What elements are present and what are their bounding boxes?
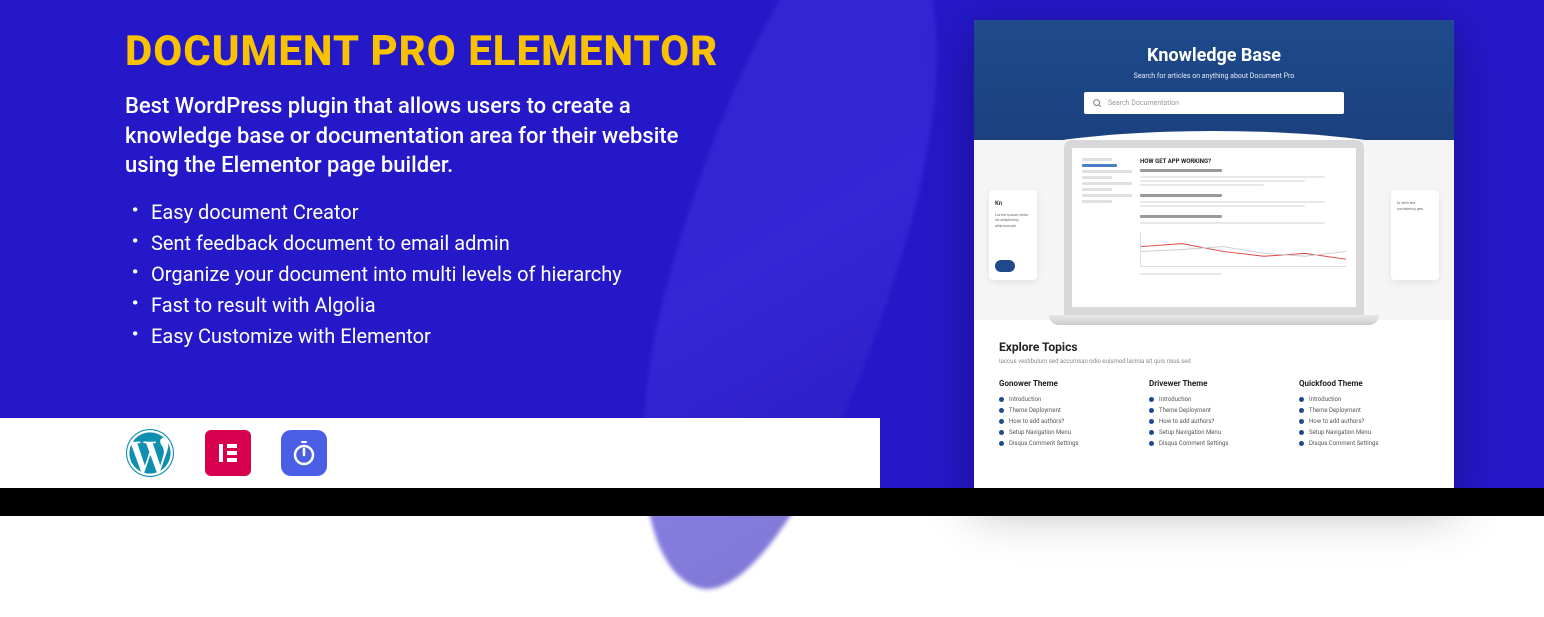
topic-item: Theme Deployment bbox=[1149, 407, 1279, 414]
chart-placeholder bbox=[1140, 232, 1346, 267]
article-title: HOW GET APP WORKING? bbox=[1140, 158, 1346, 165]
topic-item: How to add authors? bbox=[1299, 418, 1429, 425]
doc-content: HOW GET APP WORKING? bbox=[1140, 158, 1346, 297]
laptop-mockup: HOW GET APP WORKING? bbox=[1064, 140, 1364, 325]
topics-grid: Gonower Theme Introduction Theme Deploym… bbox=[999, 379, 1429, 451]
search-placeholder: Search Documentation bbox=[1108, 99, 1179, 107]
topic-item: Setup Navigation Menu bbox=[1149, 429, 1279, 436]
topic-column: Gonower Theme Introduction Theme Deploym… bbox=[999, 379, 1129, 451]
explore-subtitle: Iaccus vestibulum sed accumsan odio euis… bbox=[999, 358, 1429, 365]
doc-sidebar bbox=[1082, 158, 1132, 297]
topic-item: How to add authors? bbox=[999, 418, 1129, 425]
topic-column: Drivewer Theme Introduction Theme Deploy… bbox=[1149, 379, 1279, 451]
hero-subtitle: Best WordPress plugin that allows users … bbox=[125, 92, 705, 181]
left-card: Kn Lorem ipsum dolor sit adipiscing ulla… bbox=[989, 190, 1037, 280]
hero-banner: DOCUMENT PRO ELEMENTOR Best WordPress pl… bbox=[0, 0, 1544, 516]
topic-item: Setup Navigation Menu bbox=[999, 429, 1129, 436]
topic-item: Disqus Comment Settings bbox=[999, 440, 1129, 447]
topic-item: Setup Navigation Menu bbox=[1299, 429, 1429, 436]
bottom-bar bbox=[0, 488, 1544, 516]
right-card: ts with the containing ges. bbox=[1391, 190, 1439, 280]
topic-item: Introduction bbox=[1149, 396, 1279, 403]
search-icon bbox=[1092, 98, 1102, 108]
card-button bbox=[995, 260, 1015, 272]
topic-item: Disqus Comment Settings bbox=[1149, 440, 1279, 447]
kb-title: Knowledge Base bbox=[1147, 45, 1281, 66]
kb-subtitle: Search for articles on anything about Do… bbox=[1134, 72, 1295, 80]
topic-item: Disqus Comment Settings bbox=[1299, 440, 1429, 447]
explore-title: Explore Topics bbox=[999, 340, 1429, 354]
topic-item: Introduction bbox=[1299, 396, 1429, 403]
search-box: Search Documentation bbox=[1084, 92, 1344, 114]
laptop-screen: HOW GET APP WORKING? bbox=[1064, 140, 1364, 315]
laptop-area: Kn Lorem ipsum dolor sit adipiscing ulla… bbox=[974, 140, 1454, 320]
topic-item: Theme Deployment bbox=[999, 407, 1129, 414]
topic-column: Quickfood Theme Introduction Theme Deplo… bbox=[1299, 379, 1429, 451]
topic-item: Theme Deployment bbox=[1299, 407, 1429, 414]
topic-item: Introduction bbox=[999, 396, 1129, 403]
explore-section: Explore Topics Iaccus vestibulum sed acc… bbox=[974, 320, 1454, 471]
topic-item: How to add authors? bbox=[1149, 418, 1279, 425]
laptop-base bbox=[1049, 315, 1379, 325]
preview-mockup: Knowledge Base Search for articles on an… bbox=[974, 20, 1454, 500]
